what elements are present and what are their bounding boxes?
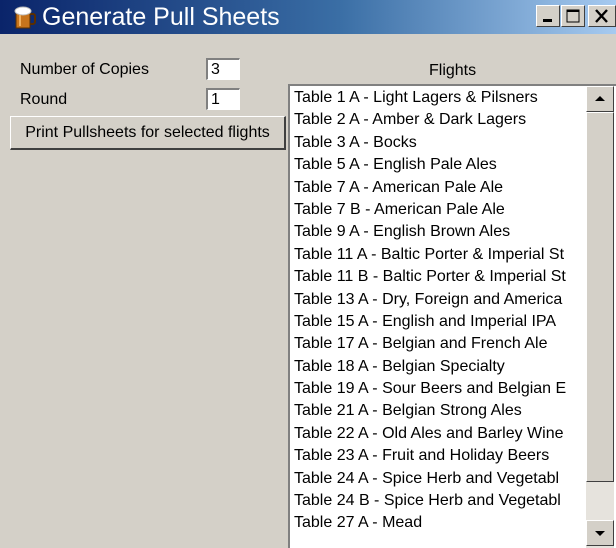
arrow-up-icon — [595, 96, 605, 101]
flights-list: Table 1 A - Light Lagers & Pilsners Table… — [294, 87, 580, 535]
flights-header: Flights — [429, 62, 477, 79]
flight-list-item[interactable]: Table 13 A - Dry, Foreign and America — [294, 289, 580, 311]
flight-list-item[interactable]: Table 17 A - Belgian and French Ale — [294, 333, 580, 355]
flight-list-item[interactable]: Table 7 B - American Pale Ale — [294, 199, 580, 221]
close-button[interactable] — [588, 5, 616, 27]
flight-list-item[interactable]: Table 15 A - English and Imperial IPA — [294, 311, 580, 333]
minimize-icon — [543, 19, 552, 22]
arrow-down-icon — [595, 531, 605, 536]
title-bar[interactable]: Generate Pull Sheets — [0, 0, 616, 34]
maximize-button[interactable] — [561, 5, 585, 27]
minimize-button[interactable] — [536, 5, 560, 27]
flight-list-item[interactable]: Table 9 A - English Brown Ales — [294, 221, 580, 243]
flight-list-item[interactable]: Table 7 A - American Pale Ale — [294, 177, 580, 199]
flight-list-item[interactable]: Table 23 A - Fruit and Holiday Beers — [294, 445, 580, 467]
copies-input[interactable] — [206, 58, 240, 80]
flight-list-item[interactable]: Table 22 A - Old Ales and Barley Wine — [294, 423, 580, 445]
copies-label: Number of Copies — [20, 61, 149, 78]
flight-list-item[interactable]: Table 27 A - Mead — [294, 512, 580, 534]
scroll-down-button[interactable] — [586, 520, 614, 546]
beer-mug-icon — [14, 5, 36, 29]
print-pullsheets-button[interactable]: Print Pullsheets for selected flights — [10, 116, 286, 150]
flights-listbox[interactable]: Table 1 A - Light Lagers & Pilsners Table… — [288, 84, 616, 548]
flight-list-item[interactable]: Table 1 A - Light Lagers & Pilsners — [294, 87, 580, 109]
window-title: Generate Pull Sheets — [42, 3, 280, 31]
flight-list-item[interactable]: Table 3 A - Bocks — [294, 132, 580, 154]
flight-list-item[interactable]: Table 24 A - Spice Herb and Vegetabl — [294, 468, 580, 490]
round-input[interactable] — [206, 88, 240, 110]
generate-pull-sheets-window: Generate Pull Sheets Number of Copies Ro… — [0, 0, 616, 548]
flight-list-item[interactable]: Table 18 A - Belgian Specialty — [294, 356, 580, 378]
flight-list-item[interactable]: Table 19 A - Sour Beers and Belgian E — [294, 378, 580, 400]
close-icon — [595, 9, 608, 23]
flight-list-item[interactable]: Table 5 A - English Pale Ales — [294, 154, 580, 176]
maximize-icon — [566, 9, 580, 23]
scroll-thumb[interactable] — [586, 112, 614, 482]
flight-list-item[interactable]: Table 11 A - Baltic Porter & Imperial St — [294, 244, 580, 266]
vertical-scrollbar[interactable] — [586, 86, 614, 548]
flight-list-item[interactable]: Table 11 B - Baltic Porter & Imperial St — [294, 266, 580, 288]
flight-list-item[interactable]: Table 21 A - Belgian Strong Ales — [294, 400, 580, 422]
flight-list-item[interactable]: Table 24 B - Spice Herb and Vegetabl — [294, 490, 580, 512]
scroll-up-button[interactable] — [586, 86, 614, 112]
round-label: Round — [20, 91, 68, 108]
flight-list-item[interactable]: Table 2 A - Amber & Dark Lagers — [294, 109, 580, 131]
